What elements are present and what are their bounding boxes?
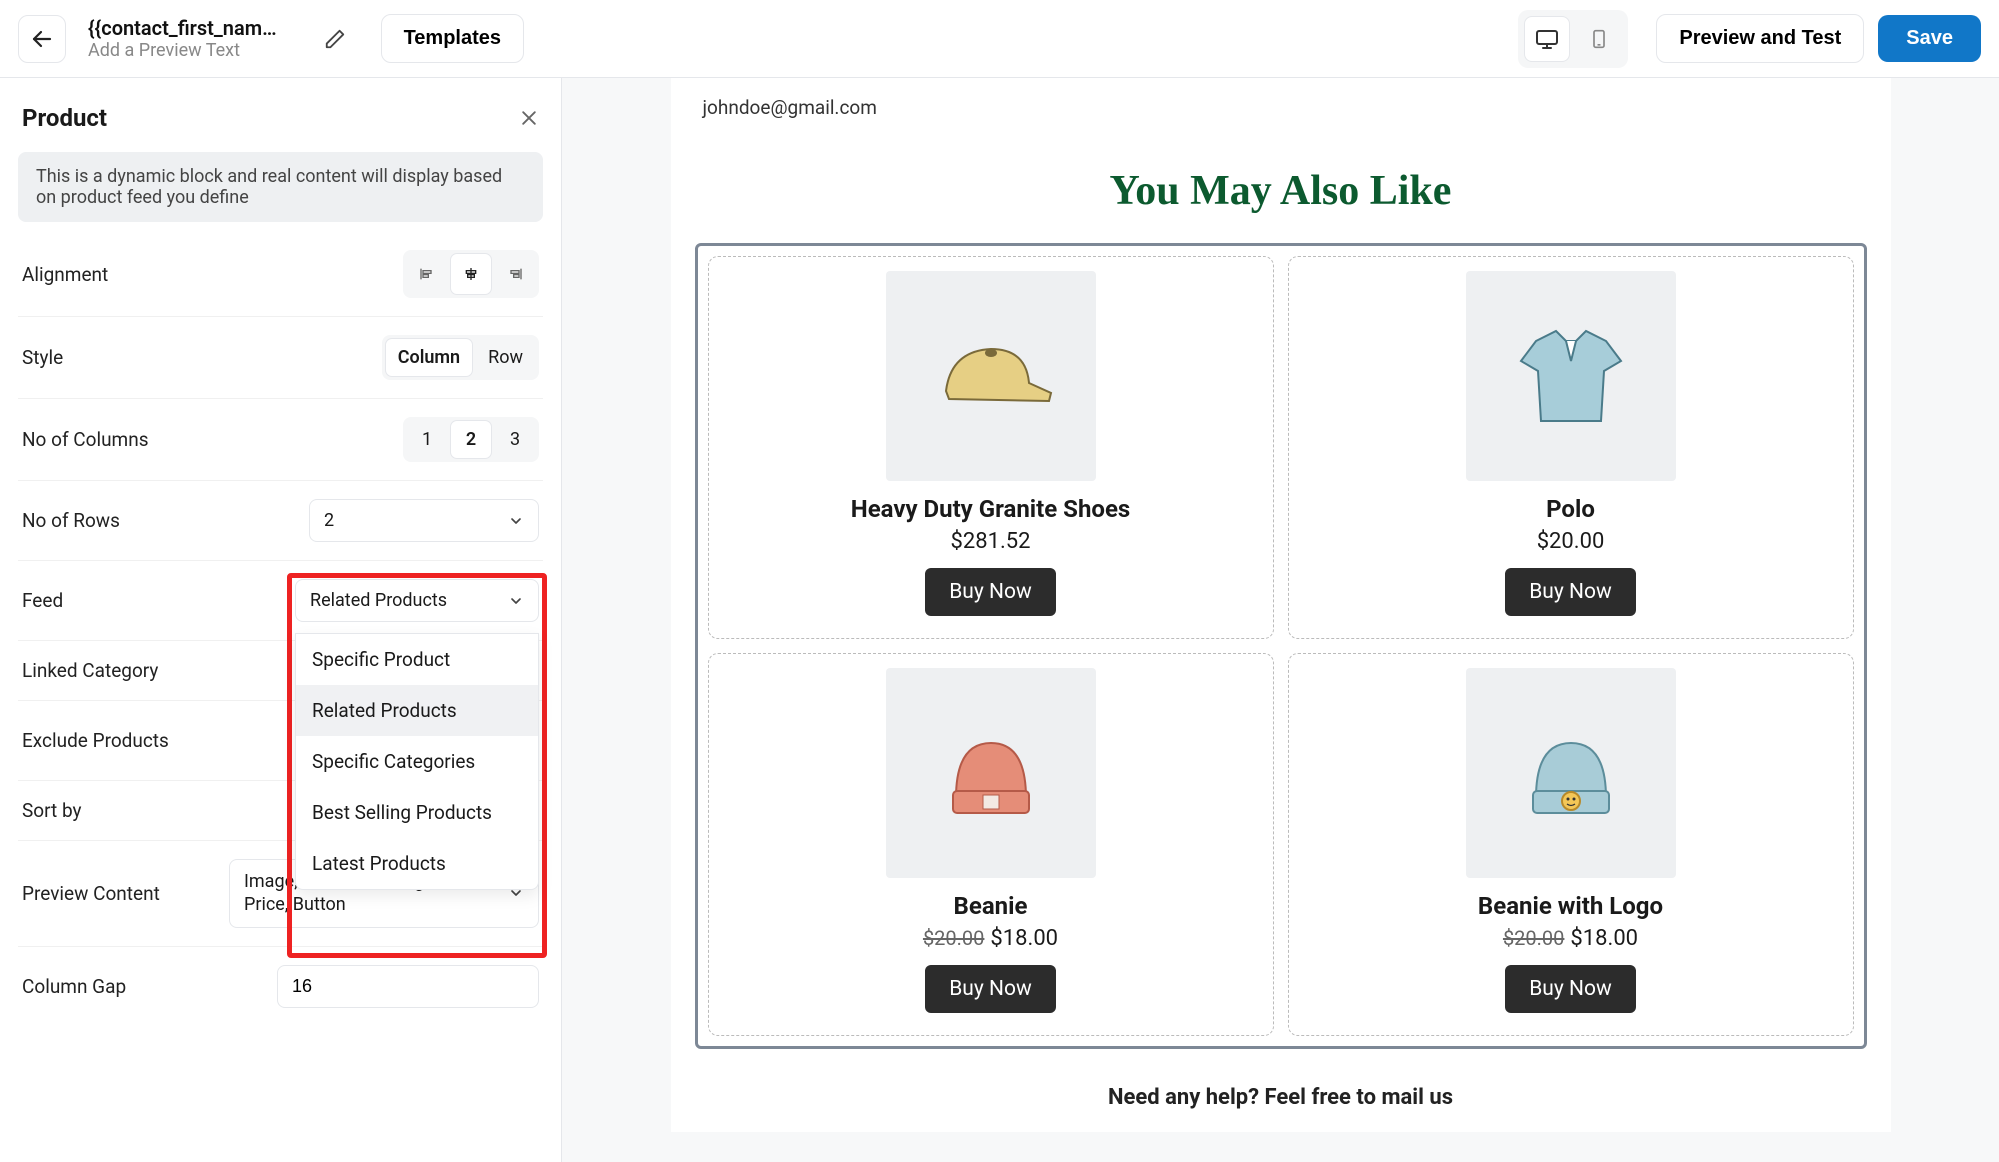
- polo-icon: [1506, 316, 1636, 436]
- product-name: Beanie with Logo: [1303, 892, 1839, 920]
- close-icon: [519, 108, 539, 128]
- style-column-button[interactable]: Column: [386, 339, 472, 376]
- feed-label: Feed: [22, 589, 63, 612]
- beanie-icon: [931, 713, 1051, 833]
- edit-title-button[interactable]: [317, 21, 353, 57]
- panel-title: Product: [22, 104, 107, 132]
- product-image: [886, 271, 1096, 481]
- product-image: [1466, 668, 1676, 878]
- title-area: {{contact_first_nam… Add a Preview Text: [88, 16, 277, 61]
- buy-now-button[interactable]: Buy Now: [925, 568, 1056, 616]
- preview-text-hint[interactable]: Add a Preview Text: [88, 40, 277, 61]
- product-price: $20.00$18.00: [723, 926, 1259, 951]
- templates-button[interactable]: Templates: [381, 14, 524, 63]
- column-gap-input[interactable]: [277, 965, 539, 1008]
- email-canvas: johndoe@gmail.com You May Also Like Heav…: [562, 78, 1999, 1162]
- info-box: This is a dynamic block and real content…: [18, 152, 543, 222]
- feed-value: Related Products: [310, 590, 447, 611]
- cols-label: No of Columns: [22, 428, 149, 451]
- arrow-left-icon: [30, 27, 54, 51]
- email-frame: johndoe@gmail.com You May Also Like Heav…: [671, 78, 1891, 1132]
- buy-now-button[interactable]: Buy Now: [925, 965, 1056, 1013]
- feed-dropdown[interactable]: Related Products: [295, 579, 539, 622]
- preview-content-label: Preview Content: [22, 882, 160, 905]
- rows-value: 2: [324, 510, 334, 531]
- product-name: Polo: [1303, 495, 1839, 523]
- align-right-button[interactable]: [495, 254, 535, 294]
- product-card: Polo $20.00 Buy Now: [1288, 256, 1854, 639]
- feed-option-related-products[interactable]: Related Products: [296, 685, 538, 736]
- product-card: Beanie $20.00$18.00 Buy Now: [708, 653, 1274, 1036]
- product-image: [1466, 271, 1676, 481]
- cols-segmented: 1 2 3: [403, 417, 539, 462]
- feed-dropdown-menu: Specific Product Related Products Specif…: [295, 633, 539, 890]
- cap-icon: [921, 321, 1061, 431]
- close-panel-button[interactable]: [519, 108, 539, 128]
- style-row-button[interactable]: Row: [476, 339, 535, 376]
- alignment-label: Alignment: [22, 263, 108, 286]
- beanie-logo-icon: [1511, 713, 1631, 833]
- settings-sidebar: Product This is a dynamic block and real…: [0, 78, 562, 1162]
- rows-dropdown[interactable]: 2: [309, 499, 539, 542]
- product-price: $20.00$18.00: [1303, 926, 1839, 951]
- mobile-view-button[interactable]: [1576, 16, 1622, 62]
- product-grid: Heavy Duty Granite Shoes $281.52 Buy Now…: [708, 256, 1854, 1036]
- chevron-down-icon: [508, 593, 524, 609]
- buy-now-button[interactable]: Buy Now: [1505, 568, 1636, 616]
- style-label: Style: [22, 346, 63, 369]
- align-center-icon: [463, 265, 479, 283]
- desktop-view-button[interactable]: [1524, 16, 1570, 62]
- feed-option-specific-categories[interactable]: Specific Categories: [296, 736, 538, 787]
- topbar: {{contact_first_nam… Add a Preview Text …: [0, 0, 1999, 78]
- style-segmented: Column Row: [382, 335, 539, 380]
- device-toggle: [1518, 10, 1628, 68]
- cols-1-button[interactable]: 1: [407, 421, 447, 458]
- desktop-icon: [1535, 27, 1559, 51]
- product-card: Beanie with Logo $20.00$18.00 Buy Now: [1288, 653, 1854, 1036]
- linked-category-label: Linked Category: [22, 659, 158, 682]
- product-name: Beanie: [723, 892, 1259, 920]
- product-name: Heavy Duty Granite Shoes: [723, 495, 1259, 523]
- align-left-icon: [419, 265, 435, 283]
- feed-option-specific-product[interactable]: Specific Product: [296, 634, 538, 685]
- pencil-icon: [324, 28, 346, 50]
- product-image: [886, 668, 1096, 878]
- campaign-title: {{contact_first_nam…: [88, 16, 277, 40]
- sort-label: Sort by: [22, 799, 82, 822]
- preview-test-button[interactable]: Preview and Test: [1656, 14, 1864, 63]
- product-price: $20.00: [1303, 529, 1839, 554]
- product-price: $281.52: [723, 529, 1259, 554]
- cols-3-button[interactable]: 3: [495, 421, 535, 458]
- product-block-selected[interactable]: Heavy Duty Granite Shoes $281.52 Buy Now…: [695, 243, 1867, 1049]
- align-right-icon: [507, 265, 523, 283]
- email-footer-text: Need any help? Feel free to mail us: [671, 1085, 1891, 1110]
- buy-now-button[interactable]: Buy Now: [1505, 965, 1636, 1013]
- rows-label: No of Rows: [22, 509, 120, 532]
- back-button[interactable]: [18, 15, 66, 63]
- email-from: johndoe@gmail.com: [671, 78, 1891, 119]
- product-card: Heavy Duty Granite Shoes $281.52 Buy Now: [708, 256, 1274, 639]
- chevron-down-icon: [508, 513, 524, 529]
- email-headline[interactable]: You May Also Like: [671, 167, 1891, 215]
- column-gap-label: Column Gap: [22, 975, 126, 998]
- save-button[interactable]: Save: [1878, 15, 1981, 62]
- feed-option-best-selling[interactable]: Best Selling Products: [296, 787, 538, 838]
- alignment-segmented: [403, 250, 539, 298]
- cols-2-button[interactable]: 2: [451, 421, 491, 458]
- align-left-button[interactable]: [407, 254, 447, 294]
- exclude-label: Exclude Products: [22, 729, 169, 752]
- align-center-button[interactable]: [451, 254, 491, 294]
- feed-option-latest[interactable]: Latest Products: [296, 838, 538, 889]
- mobile-icon: [1589, 27, 1609, 51]
